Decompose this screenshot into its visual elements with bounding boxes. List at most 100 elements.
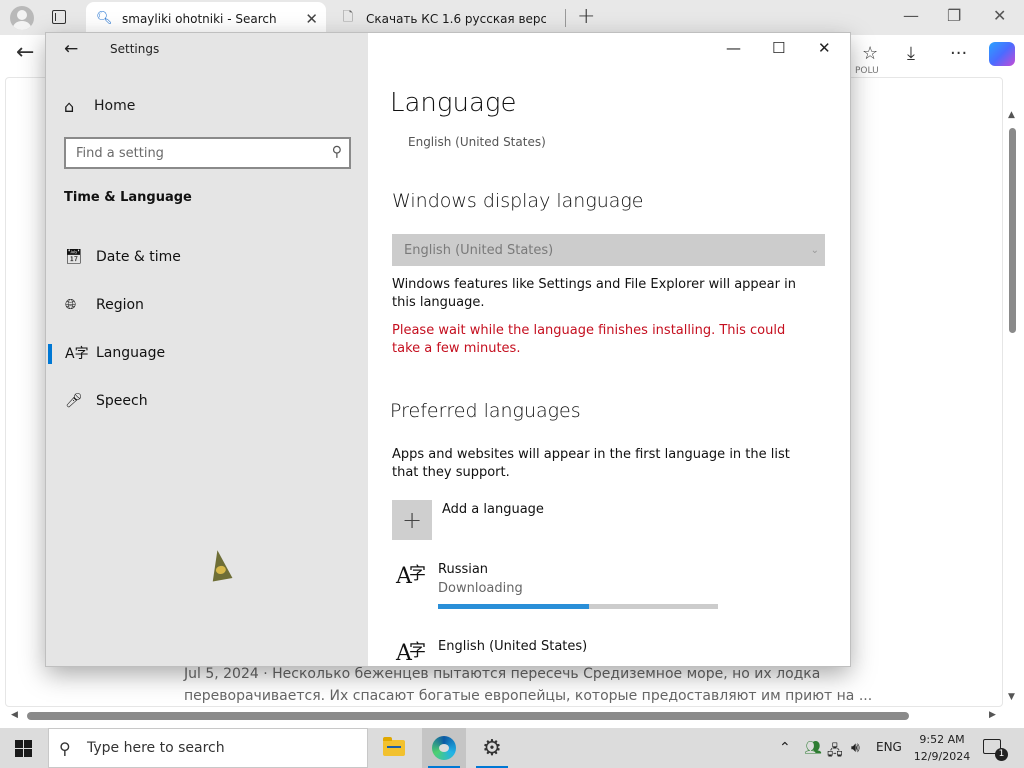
nav-home[interactable]: ⌂ Home	[64, 95, 135, 117]
network-icon[interactable]: 🖧︎	[827, 740, 843, 764]
minimize-icon[interactable]: —	[726, 39, 741, 57]
scroll-up-icon[interactable]: ▲	[1008, 110, 1015, 120]
scroll-right-icon[interactable]: ▶	[989, 710, 996, 720]
language-name: Russian	[438, 562, 489, 577]
close-tab-icon[interactable]: ✕	[305, 10, 318, 28]
language-name: English (United States)	[438, 639, 588, 654]
minimize-icon[interactable]: —	[903, 6, 919, 25]
tab-title: smayliki ohotniki - Search	[122, 11, 277, 26]
language-icon: A字	[396, 564, 426, 589]
settings-nav-pane: ← Settings ⌂ Home ⚲ Time & Language 📅︎ D…	[46, 33, 368, 666]
progress-fill	[438, 604, 590, 609]
chevron-down-icon: ⌄	[810, 244, 819, 256]
search-icon[interactable]: ⚲	[332, 144, 342, 160]
display-language-dropdown[interactable]: English (United States) ⌄	[392, 234, 825, 266]
back-arrow-icon[interactable]: ←	[16, 40, 34, 65]
tab-cs-download[interactable]: 🗋 Скачать КС 1.6 русская версия |	[330, 2, 565, 35]
settings-window: ← Settings ⌂ Home ⚲ Time & Language 📅︎ D…	[46, 33, 850, 666]
close-icon[interactable]: ✕	[818, 39, 831, 57]
nav-item-speech[interactable]: 🎤︎ Speech	[46, 386, 368, 416]
horizontal-scrollbar[interactable]	[27, 712, 909, 720]
page-title: Language	[390, 88, 517, 118]
add-language-label[interactable]: Add a language	[442, 502, 544, 517]
close-window-icon[interactable]: ✕	[993, 6, 1006, 25]
gear-icon: ⚙	[482, 735, 502, 761]
clock-time: 9:52 AM	[919, 733, 965, 746]
tab-actions-icon[interactable]	[50, 8, 68, 26]
display-language-description: Windows features like Settings and File …	[392, 277, 796, 310]
preferred-languages-description: Apps and websites will appear in the fir…	[392, 447, 790, 480]
folder-icon	[383, 737, 405, 756]
preferred-languages-heading: Preferred languages	[390, 400, 581, 422]
tab-search[interactable]: 🔍︎ smayliki ohotniki - Search ✕	[86, 2, 326, 35]
more-menu-icon[interactable]: ···	[950, 43, 967, 64]
tab-title: Скачать КС 1.6 русская версия |	[366, 11, 546, 26]
settings-taskbar-button[interactable]: ⚙	[470, 728, 514, 768]
taskbar-search-placeholder: Type here to search	[87, 740, 225, 756]
plus-icon: +	[401, 506, 423, 534]
mouse-cursor-icon	[207, 548, 233, 582]
nav-item-language[interactable]: A字 Language	[46, 338, 368, 368]
dropdown-value: English (United States)	[404, 242, 554, 258]
find-setting-box[interactable]: ⚲	[64, 137, 351, 169]
scroll-left-icon[interactable]: ◀	[11, 710, 18, 720]
nav-item-label: Speech	[96, 393, 148, 409]
calendar-clock-icon: 📅︎	[65, 249, 83, 265]
current-language: English (United States)	[408, 135, 546, 149]
scroll-down-icon[interactable]: ▼	[1008, 692, 1015, 702]
edge-icon	[432, 736, 456, 760]
file-explorer-button[interactable]	[372, 728, 416, 768]
language-icon: A字	[65, 346, 89, 362]
maximize-icon[interactable]: ☐	[772, 39, 785, 57]
microphone-icon: 🎤︎	[65, 393, 83, 409]
clock[interactable]: 9:52 AM 12/9/2024	[912, 731, 972, 765]
new-tab-icon[interactable]: +	[577, 4, 595, 29]
download-progress-bar	[438, 604, 718, 609]
page-icon: 🗋	[342, 9, 354, 25]
add-language-button[interactable]: +	[392, 500, 432, 540]
input-language[interactable]: ENG	[876, 740, 902, 754]
selected-indicator	[48, 344, 52, 364]
result-snippet-line1: Jul 5, 2024 · Несколько беженцев пытаютс…	[184, 666, 821, 682]
search-icon: ⚲	[59, 738, 71, 758]
display-language-heading: Windows display language	[392, 190, 644, 212]
language-icon: A字	[396, 641, 426, 666]
chevron-up-icon[interactable]: ⌃	[779, 740, 791, 756]
notification-icon[interactable]: 1	[983, 739, 1008, 761]
edge-taskbar-button[interactable]	[422, 728, 466, 768]
language-status: Downloading	[438, 581, 523, 596]
notification-count: 1	[995, 748, 1008, 761]
tab-separator	[565, 9, 566, 27]
nav-item-label: Date & time	[96, 249, 181, 265]
globe-icon: 🌐︎	[65, 297, 77, 313]
install-warning: Please wait while the language finishes …	[392, 323, 786, 356]
nav-item-region[interactable]: 🌐︎ Region	[46, 290, 368, 320]
language-row-english[interactable]: A字 English (United States)	[392, 639, 822, 666]
peek-text: POLU	[855, 66, 879, 76]
vertical-scrollbar[interactable]	[1009, 128, 1016, 333]
search-icon: 🔍︎	[96, 11, 113, 26]
nav-item-label: Region	[96, 297, 144, 313]
nav-item-label: Language	[96, 345, 166, 361]
result-snippet-line2: переворачивается. Их спасают богатые евр…	[184, 688, 873, 704]
home-icon: ⌂	[64, 96, 75, 116]
favorites-icon[interactable]: ☆	[862, 43, 878, 64]
restore-icon[interactable]: ❐	[947, 6, 961, 25]
nav-item-date-time[interactable]: 📅︎ Date & time	[46, 242, 368, 272]
app-title: Settings	[110, 42, 160, 56]
taskbar: ⚲ Type here to search ⚙ ⌃ 👥︎ 🖧︎ 🔊︎ ENG 9…	[0, 728, 1024, 768]
taskbar-search-box[interactable]: ⚲ Type here to search	[48, 728, 368, 768]
nav-section-title: Time & Language	[64, 190, 192, 205]
clock-date: 12/9/2024	[913, 750, 971, 763]
copilot-icon[interactable]	[989, 42, 1015, 66]
profile-avatar-icon[interactable]	[10, 6, 34, 30]
back-arrow-icon[interactable]: ←	[64, 39, 78, 59]
windows-start-icon[interactable]	[15, 740, 32, 757]
downloads-icon[interactable]: ⤓	[907, 43, 915, 64]
user-status-icon[interactable]: 👥︎	[804, 740, 822, 756]
settings-content: — ☐ ✕ Language English (United States) W…	[368, 33, 850, 666]
nav-home-label: Home	[94, 98, 136, 114]
language-row-russian[interactable]: A字 Russian Downloading	[392, 562, 822, 622]
find-setting-input[interactable]	[76, 145, 316, 161]
volume-icon[interactable]: 🔊︎	[851, 740, 860, 756]
